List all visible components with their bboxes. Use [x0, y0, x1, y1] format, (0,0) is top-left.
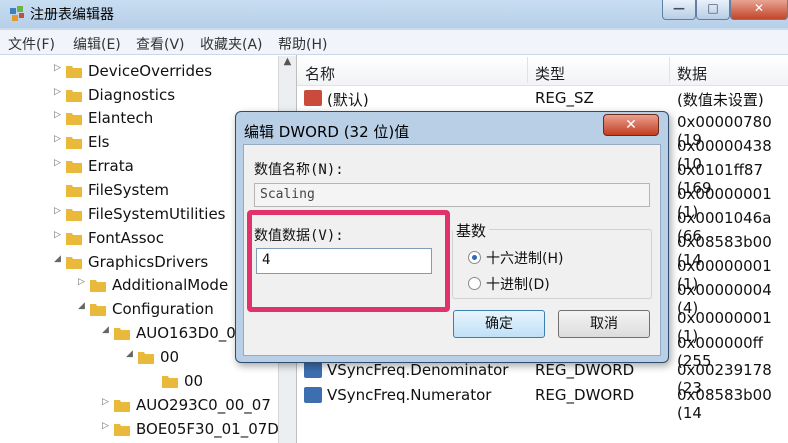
value-name-label: 数值名称(N):	[254, 162, 344, 178]
folder-icon	[66, 161, 82, 173]
folder-icon	[114, 424, 130, 436]
folder-icon	[66, 90, 82, 102]
menu-help[interactable]: 帮助(H)	[278, 34, 327, 54]
folder-open-icon	[90, 304, 106, 316]
hex-radio[interactable]	[468, 251, 481, 264]
tree-node-label: AdditionalMode	[112, 276, 229, 294]
registry-editor-icon	[10, 6, 24, 21]
tree-node-label: 00	[184, 372, 204, 390]
folder-icon	[66, 233, 82, 245]
collapse-icon[interactable]: ◢	[54, 254, 64, 264]
folder-open-icon	[114, 328, 130, 340]
dialog-body: 数值名称(N): Scaling 数值数据(V): 4 基数 十六进制(H) 十…	[243, 144, 661, 356]
value-name: VSyncFreq.Denominator	[327, 361, 509, 379]
dialog-title: 编辑 DWORD (32 位)值	[244, 123, 410, 141]
folder-open-icon	[138, 352, 154, 364]
folder-icon	[66, 209, 82, 221]
value-type: REG_DWORD	[535, 386, 635, 404]
value-type: REG_DWORD	[535, 361, 635, 379]
expand-icon[interactable]: ▷	[102, 397, 112, 407]
value-name: (默认)	[327, 91, 369, 109]
maximize-icon: □	[707, 1, 719, 15]
dialog-close-button[interactable]: ✕	[603, 114, 659, 136]
expand-icon[interactable]: ▷	[54, 110, 64, 120]
scroll-up-icon[interactable]: ▲	[279, 56, 296, 73]
close-icon: ✕	[625, 117, 637, 133]
maximize-button[interactable]: □	[696, 0, 730, 20]
folder-icon	[66, 137, 82, 149]
tree-node-label: GraphicsDrivers	[88, 253, 209, 271]
hex-radio-label[interactable]: 十六进制(H)	[486, 248, 563, 268]
tree-node-label: Diagnostics	[88, 86, 176, 104]
edit-dword-dialog: 编辑 DWORD (32 位)值 ✕ 数值名称(N): Scaling 数值数据…	[235, 111, 669, 363]
dword-value-icon	[304, 362, 322, 378]
value-data-input[interactable]: 4	[256, 248, 432, 274]
collapse-icon[interactable]: ◢	[102, 325, 112, 335]
expand-icon[interactable]: ▷	[54, 63, 64, 73]
folder-icon	[90, 280, 106, 292]
tree-node-label: FileSystemUtilities	[88, 205, 226, 223]
dec-radio[interactable]	[468, 277, 481, 290]
tree-node-label: FileSystem	[88, 181, 170, 199]
cancel-button[interactable]: 取消	[558, 310, 650, 338]
value-name-field: Scaling	[254, 183, 650, 207]
collapse-icon[interactable]: ◢	[126, 349, 136, 359]
tree-node-label: FontAssoc	[88, 229, 164, 247]
menu-view[interactable]: 查看(V)	[136, 34, 185, 54]
close-icon: ✕	[753, 1, 765, 15]
expand-icon[interactable]: ▷	[102, 421, 112, 431]
menu-favorites[interactable]: 收藏夹(A)	[200, 34, 263, 54]
folder-icon	[66, 185, 82, 197]
menu-file[interactable]: 文件(F)	[8, 34, 55, 54]
folder-open-icon	[66, 257, 82, 269]
value-type: REG_SZ	[535, 89, 594, 107]
tree-node-label: Configuration	[112, 300, 214, 318]
value-row[interactable]: VSyncFreq.Numerator REG_DWORD 0x08583b00 (…	[297, 384, 788, 422]
folder-icon	[66, 113, 82, 125]
column-header-name[interactable]: 名称	[305, 63, 335, 84]
tree-node-label: BOE05F30_01_07D	[136, 420, 279, 438]
minimize-button[interactable]: —	[662, 0, 696, 20]
column-header-type[interactable]: 类型	[535, 63, 565, 84]
expand-icon[interactable]: ▷	[54, 230, 64, 240]
tree-node-label: Elantech	[88, 109, 154, 127]
minimize-icon: —	[673, 1, 685, 15]
column-divider[interactable]	[527, 57, 528, 83]
tree-node-label: Els	[88, 133, 110, 151]
dec-radio-label[interactable]: 十进制(D)	[486, 274, 550, 294]
folder-icon	[66, 66, 82, 78]
tree-node-label: 00	[160, 348, 180, 366]
column-divider[interactable]	[669, 57, 670, 83]
tree-node-label: Errata	[88, 157, 134, 175]
tree-node-label: AUO163D0_0	[136, 324, 236, 342]
menu-bar: 文件(F) 编辑(E) 查看(V) 收藏夹(A) 帮助(H)	[0, 30, 788, 55]
tree-node-label: AUO293C0_00_07	[136, 396, 271, 414]
base-label: 基数	[453, 220, 490, 241]
expand-icon[interactable]: ▷	[78, 277, 88, 287]
close-button[interactable]: ✕	[730, 0, 788, 20]
dword-value-icon	[304, 387, 322, 403]
menu-edit[interactable]: 编辑(E)	[73, 34, 121, 54]
collapse-icon[interactable]: ◢	[78, 301, 88, 311]
value-data: 0x08583b00 (14	[677, 386, 772, 422]
tree-node-label: DeviceOverrides	[88, 62, 213, 80]
string-value-icon	[304, 90, 322, 106]
registry-editor-window: 注册表编辑器 — □ ✕ 文件(F) 编辑(E) 查看(V) 收藏夹(A) 帮助…	[0, 0, 788, 443]
ok-button[interactable]: 确定	[453, 310, 545, 338]
value-name: VSyncFreq.Numerator	[327, 386, 492, 404]
title-bar: 注册表编辑器 — □ ✕	[0, 0, 788, 28]
expand-icon[interactable]: ▷	[54, 87, 64, 97]
window-title: 注册表编辑器	[30, 7, 114, 23]
folder-icon	[114, 400, 130, 412]
folder-icon	[162, 376, 178, 388]
column-header-data[interactable]: 数据	[677, 63, 707, 84]
value-data-label: 数值数据(V):	[254, 228, 344, 244]
value-row[interactable]: (默认) REG_SZ (数值未设置)	[297, 87, 788, 111]
column-header-row: 名称 类型 数据	[297, 55, 788, 86]
expand-icon[interactable]: ▷	[54, 158, 64, 168]
value-data: (数值未设置)	[677, 91, 764, 109]
expand-icon[interactable]: ▷	[54, 134, 64, 144]
expand-icon[interactable]: ▷	[54, 206, 64, 216]
